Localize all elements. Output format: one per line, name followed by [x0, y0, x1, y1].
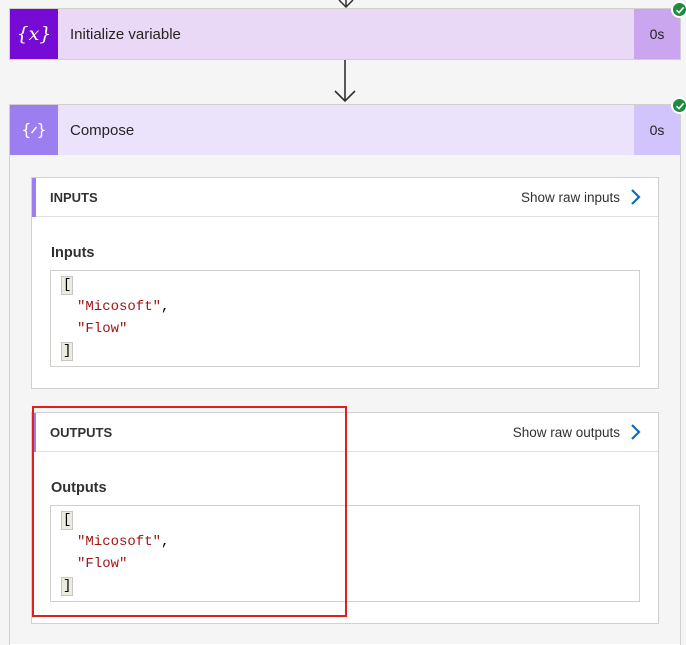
- show-raw-inputs-label: Show raw inputs: [520, 189, 620, 205]
- step-duration: 0s: [634, 105, 680, 155]
- outputs-code-view[interactable]: [ "Micosoft", "Flow" ]: [50, 505, 640, 602]
- code-string: "Micosoft": [77, 299, 162, 315]
- connector-arrow-icon: [334, 60, 356, 103]
- outputs-section-title: OUTPUTS: [50, 424, 113, 440]
- chevron-right-icon: [631, 189, 641, 205]
- inputs-panel: INPUTS Show raw inputs Inputs [ "Micosof…: [31, 177, 659, 389]
- inputs-panel-header: INPUTS Show raw inputs: [32, 178, 658, 217]
- chevron-right-icon: [631, 424, 641, 440]
- inputs-section-title: INPUTS: [50, 189, 98, 205]
- step-duration: 0s: [634, 9, 680, 59]
- success-check-icon: [671, 97, 686, 114]
- inputs-code-view[interactable]: [ "Micosoft", "Flow" ]: [50, 270, 640, 367]
- outputs-label: Outputs: [51, 480, 107, 496]
- code-string: "Flow": [77, 321, 128, 337]
- open-bracket: [: [61, 511, 74, 530]
- svg-text:{x}: {x}: [19, 23, 49, 45]
- step-header[interactable]: {x} Initialize variable 0s: [10, 9, 680, 59]
- panel-accent-bar: [32, 178, 36, 217]
- connector-arrow-top: [338, 0, 354, 8]
- success-check-icon: [671, 1, 686, 18]
- close-bracket: ]: [61, 342, 74, 361]
- code-string: "Micosoft": [77, 534, 162, 550]
- close-bracket: ]: [61, 577, 74, 596]
- step-header[interactable]: { } Compose 0s: [10, 105, 680, 155]
- code-string: "Flow": [77, 556, 128, 572]
- show-raw-outputs-label: Show raw outputs: [512, 424, 620, 440]
- inputs-label: Inputs: [51, 245, 95, 261]
- panel-accent-bar: [32, 413, 36, 452]
- open-bracket: [: [61, 276, 74, 295]
- show-raw-outputs-link[interactable]: Show raw outputs: [513, 423, 642, 441]
- outputs-panel: OUTPUTS Show raw outputs Outputs [ "Mico…: [31, 412, 659, 624]
- step-title: Initialize variable: [70, 25, 181, 43]
- show-raw-inputs-link[interactable]: Show raw inputs: [521, 188, 642, 206]
- step-card-initialize-variable[interactable]: {x} Initialize variable 0s: [9, 1, 686, 60]
- variable-icon: {x}: [10, 9, 58, 59]
- step-title: Compose: [70, 121, 135, 139]
- compose-icon: { }: [10, 105, 58, 155]
- outputs-panel-header: OUTPUTS Show raw outputs: [32, 413, 658, 452]
